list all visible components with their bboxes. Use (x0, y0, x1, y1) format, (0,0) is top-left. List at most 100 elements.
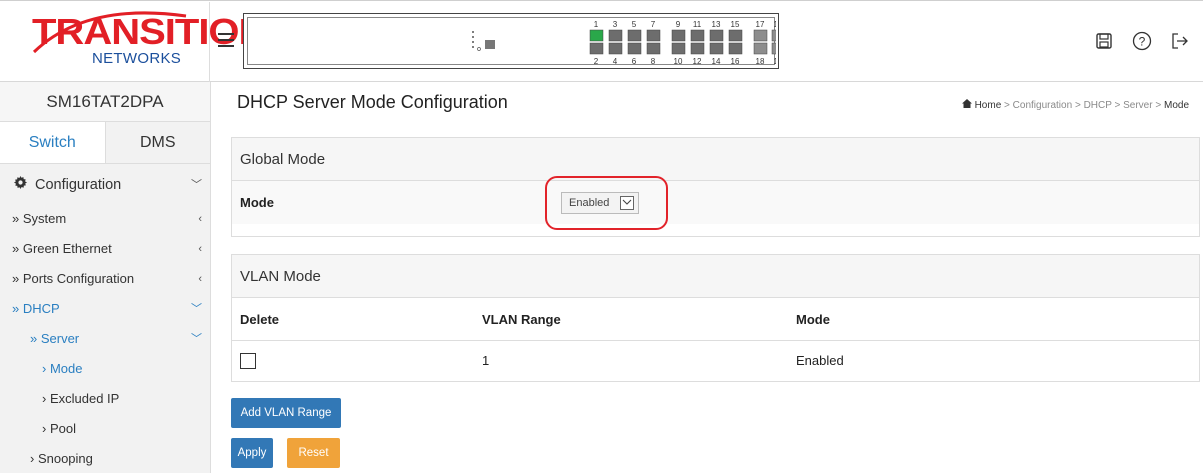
sidebar-item-system[interactable]: » System ‹ (0, 204, 210, 234)
help-icon[interactable]: ? (1131, 30, 1153, 52)
port-label: 4 (613, 57, 618, 66)
vlan-table-header: Delete VLAN Range Mode (232, 298, 1199, 341)
global-mode-row: Mode Enabled (232, 176, 1199, 230)
sidebar-item-ports-configuration[interactable]: » Ports Configuration ‹ (0, 264, 210, 294)
port-indicator[interactable] (728, 42, 743, 55)
port-indicator[interactable] (753, 42, 768, 55)
port-indicator[interactable] (671, 29, 686, 42)
port-label: 13 (712, 20, 721, 29)
port-indicator[interactable] (608, 42, 623, 55)
port-indicator[interactable] (589, 29, 604, 42)
page-title: DHCP Server Mode Configuration (237, 92, 508, 112)
port-label: 5 (632, 20, 637, 29)
table-row: 1 Enabled (232, 341, 1199, 380)
sidebar-item-green-ethernet[interactable]: » Green Ethernet ‹ (0, 234, 210, 264)
chevron-left-icon: ‹ (198, 243, 202, 255)
port-label: 18 (774, 57, 776, 66)
port-label: 11 (693, 20, 702, 29)
transition-networks-logo[interactable]: TRANSITION NETWORKS (0, 2, 267, 82)
sidebar-item-server[interactable]: » Server ﹀ (0, 324, 210, 354)
port-label: 17 (756, 20, 765, 29)
vlan-mode-heading: VLAN Mode (232, 255, 1199, 298)
port-indicator[interactable] (627, 42, 642, 55)
vlan-range-cell: 1 (482, 353, 490, 368)
sidebar-item-label: » Server (30, 331, 80, 346)
global-mode-heading: Global Mode (232, 138, 1199, 181)
chevron-down-icon: ﹀ (191, 179, 202, 191)
breadcrumb-item[interactable]: Configuration (1013, 100, 1072, 111)
chevron-left-icon: ‹ (198, 273, 202, 285)
sidebar-nav: Configuration ﹀ » System ‹ » Green Ether… (0, 164, 210, 474)
sidebar-item-mode[interactable]: › Mode (0, 354, 210, 384)
logo-subtitle: NETWORKS (92, 50, 182, 67)
port-diagram: 1234567891011121314151617181718 (472, 20, 786, 66)
chevron-left-icon: ‹ (198, 213, 202, 225)
sidebar-item-label: » System (12, 211, 67, 226)
column-header-vlan-range: VLAN Range (482, 312, 561, 327)
top-header: TRANSITION NETWORKS 1 2 3 4 5 6 7 8 9 10 11 12 13 14 1… (0, 0, 1203, 82)
chevron-down-icon: ﹀ (191, 333, 202, 345)
apply-button[interactable]: Apply (231, 438, 273, 468)
sidebar-item-label: › Snooping (30, 451, 93, 466)
sidebar-item-label: Configuration (35, 177, 122, 193)
port-label: 6 (632, 57, 637, 66)
highlight-annotation (545, 176, 668, 230)
vlan-mode-panel: VLAN Mode Delete VLAN Range Mode 1 Enabl… (231, 254, 1200, 382)
port-label: 2 (594, 57, 599, 66)
port-label: 16 (731, 57, 740, 66)
menu-toggle-icon[interactable] (218, 33, 234, 47)
sidebar-item-dhcp[interactable]: » DHCP ﹀ (0, 294, 210, 324)
port-indicator[interactable] (753, 29, 768, 42)
port-indicator[interactable] (646, 29, 661, 42)
device-name: SM16TAT2DPA (0, 82, 210, 122)
sidebar-item-label: » Green Ethernet (12, 241, 112, 256)
port-label: 18 (756, 57, 765, 66)
port-indicator[interactable] (671, 42, 686, 55)
port-indicator[interactable] (771, 42, 786, 55)
save-icon[interactable] (1093, 30, 1115, 52)
breadcrumb-current: Mode (1163, 100, 1189, 111)
reset-button[interactable]: Reset (287, 438, 340, 468)
breadcrumb-separator: > (1114, 100, 1121, 111)
breadcrumb-separator: > (1155, 100, 1162, 111)
port-label: 12 (693, 57, 702, 66)
port-indicator[interactable] (728, 29, 743, 42)
port-indicator[interactable] (771, 29, 786, 42)
sidebar-item-snooping[interactable]: › Snooping (0, 444, 210, 474)
breadcrumb-item[interactable]: DHCP (1084, 100, 1112, 111)
breadcrumb-home[interactable]: Home (975, 100, 1002, 111)
logout-icon[interactable] (1169, 30, 1191, 52)
global-mode-panel: Global Mode Mode Enabled (231, 137, 1200, 237)
port-label: 3 (613, 20, 618, 29)
home-icon (961, 99, 975, 111)
column-header-delete: Delete (240, 312, 280, 327)
tab-dms[interactable]: DMS (105, 122, 210, 163)
sidebar-item-pool[interactable]: › Pool (0, 414, 210, 444)
port-indicator[interactable] (690, 42, 705, 55)
breadcrumb-item[interactable]: Server (1123, 100, 1152, 111)
port-label: 17 (774, 20, 776, 29)
port-indicator[interactable] (709, 42, 724, 55)
port-indicator[interactable] (709, 29, 724, 42)
sidebar-item-configuration[interactable]: Configuration ﹀ (0, 166, 210, 204)
port-indicator[interactable] (690, 29, 705, 42)
delete-checkbox[interactable] (240, 353, 256, 369)
add-vlan-range-button[interactable]: Add VLAN Range (231, 398, 341, 428)
sidebar-item-excluded-ip[interactable]: › Excluded IP (0, 384, 210, 414)
column-header-mode: Mode (796, 312, 830, 327)
tab-switch[interactable]: Switch (0, 122, 106, 163)
port-label: 9 (676, 20, 681, 29)
mode-label: Mode (240, 195, 274, 210)
switch-front-panel: 1234567891011121314151617181718 (243, 13, 786, 69)
sidebar-item-label: › Pool (42, 421, 76, 436)
port-indicator[interactable] (646, 42, 661, 55)
sidebar-tabs: Switch DMS (0, 122, 210, 164)
gear-icon (14, 166, 27, 204)
port-label: 7 (651, 20, 656, 29)
breadcrumb-separator: > (1004, 100, 1010, 111)
port-indicator[interactable] (589, 42, 604, 55)
port-label: 8 (651, 57, 656, 66)
port-indicator[interactable] (627, 29, 642, 42)
port-indicator[interactable] (608, 29, 623, 42)
chevron-down-icon: ﹀ (191, 303, 202, 315)
